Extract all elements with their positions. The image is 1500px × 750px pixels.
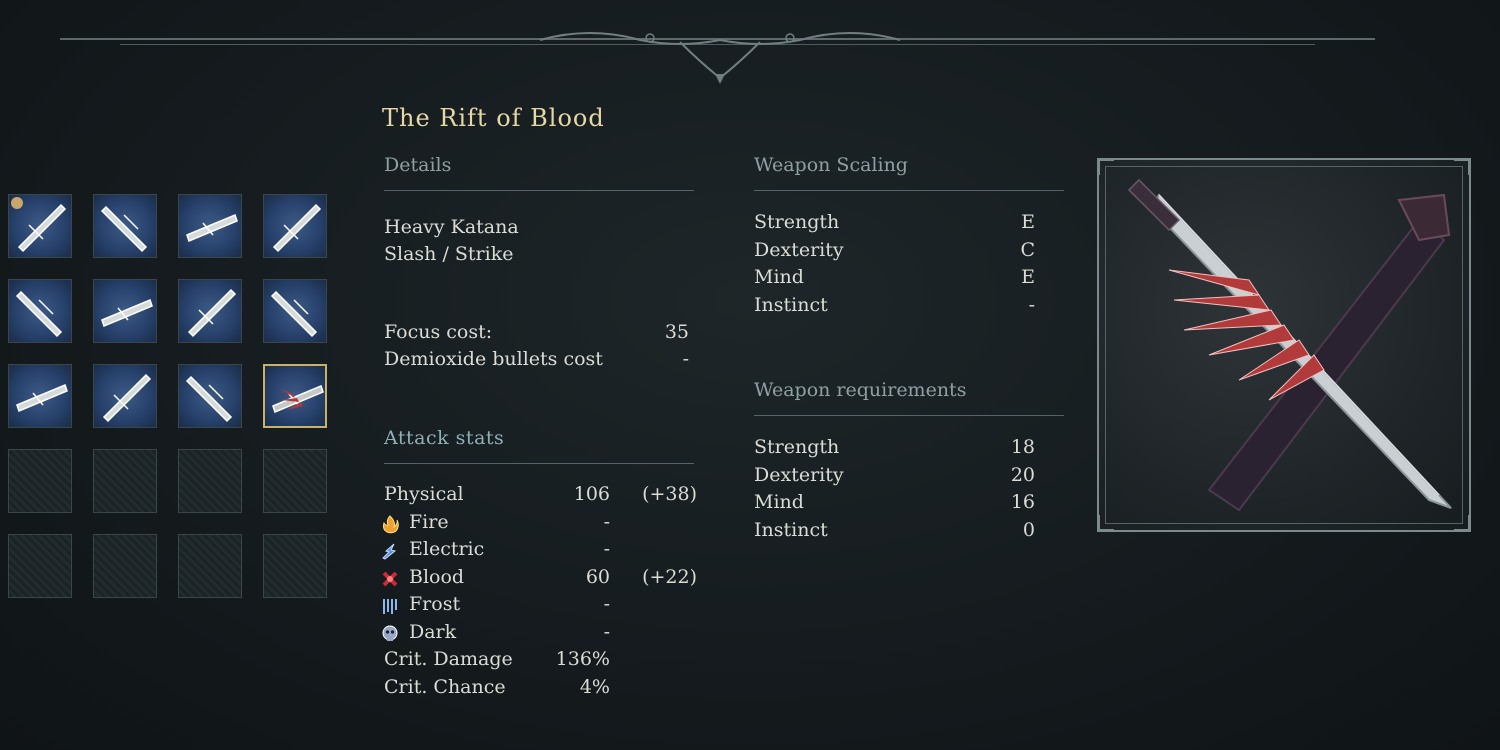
weapon-slot[interactable] — [263, 364, 327, 428]
requirement-stat-label: Strength — [754, 436, 840, 458]
requirement-stat-label: Instinct — [754, 518, 828, 541]
focus-cost-value: 35 — [664, 321, 689, 343]
scaling-stat-value: E — [1021, 266, 1035, 288]
weapon-thumbnail-icon — [185, 375, 233, 423]
attack-stat-label: Physical — [384, 483, 464, 505]
weapon-thumbnail-icon — [187, 288, 237, 338]
scaling-heading: Weapon Scaling — [754, 154, 908, 176]
blood-icon — [382, 571, 398, 586]
details-divider — [384, 190, 694, 191]
weapon-slot[interactable] — [178, 279, 242, 343]
empty-slot[interactable] — [8, 534, 72, 598]
new-item-badge — [11, 197, 23, 209]
weapon-slot[interactable] — [178, 194, 242, 258]
fire-icon — [382, 514, 399, 533]
weapon-thumbnail-icon — [15, 290, 63, 338]
requirement-stat-label: Mind — [754, 491, 804, 513]
scaling-stat-label: Dexterity — [754, 238, 844, 261]
empty-slot[interactable] — [263, 534, 327, 598]
attack-stat-value: - — [603, 538, 610, 560]
empty-slot[interactable] — [93, 449, 157, 513]
weapon-preview — [1097, 158, 1471, 532]
scaling-stat-label: Strength — [754, 211, 840, 233]
damage-type: Slash / Strike — [384, 243, 514, 265]
attack-stat-value: - — [603, 593, 610, 615]
requirement-stat-value: 18 — [1010, 436, 1035, 458]
weapon-thumbnail-icon — [272, 384, 324, 414]
attack-stat-value: 106 — [573, 483, 610, 505]
requirement-stat-label: Dexterity — [754, 463, 844, 486]
weapon-slot[interactable] — [93, 364, 157, 428]
attack-stat-label: Blood — [409, 565, 465, 588]
weapon-slot[interactable] — [8, 364, 72, 428]
attack-stat-value: 136% — [555, 648, 610, 670]
attack-stat-value: - — [603, 620, 610, 643]
bullets-cost-value: - — [682, 348, 689, 370]
scaling-stat-value: C — [1020, 238, 1035, 261]
frost-icon — [383, 599, 397, 614]
empty-slot[interactable] — [263, 449, 327, 513]
attack-stat-label: Crit. Damage — [384, 648, 513, 670]
attack-stat-label: Crit. Chance — [384, 675, 506, 698]
scaling-stat-value: E — [1021, 211, 1035, 233]
requirements-divider — [754, 415, 1064, 416]
attack-stat-bonus: (+22) — [642, 565, 697, 588]
attack-stat-bonus: (+38) — [642, 483, 697, 505]
weapon-title: The Rift of Blood — [382, 104, 605, 132]
weapon-thumbnail-icon — [102, 373, 152, 423]
empty-slot[interactable] — [178, 534, 242, 598]
attack-stat-value: 60 — [585, 565, 610, 588]
requirement-stat-value: 16 — [1010, 491, 1035, 513]
requirement-stat-value: 0 — [1022, 518, 1035, 541]
scaling-divider — [754, 190, 1064, 191]
scaling-stat-label: Instinct — [754, 293, 828, 316]
weapon-slot[interactable] — [8, 194, 72, 258]
details-heading: Details — [384, 154, 452, 176]
attack-stats-heading: Attack stats — [384, 427, 505, 449]
empty-slot[interactable] — [93, 534, 157, 598]
attack-stat-value: - — [603, 510, 610, 533]
requirement-stat-value: 20 — [1010, 463, 1035, 486]
weapon-thumbnail-icon — [272, 203, 322, 253]
attack-stat-label: Fire — [409, 510, 449, 533]
weapon-slot[interactable] — [93, 279, 157, 343]
weapon-thumbnail-icon — [270, 290, 318, 338]
attack-stats-divider — [384, 463, 694, 464]
dark-icon — [382, 625, 398, 641]
weapon-slot[interactable] — [93, 194, 157, 258]
focus-cost-label: Focus cost: — [384, 321, 493, 343]
scaling-stat-value: - — [1028, 293, 1035, 316]
empty-slot[interactable] — [8, 449, 72, 513]
weapon-slot[interactable] — [8, 279, 72, 343]
attack-stat-label: Dark — [409, 620, 457, 643]
scaling-stat-label: Mind — [754, 266, 804, 288]
electric-icon — [382, 543, 397, 560]
weapon-thumbnail-icon — [101, 298, 153, 328]
requirements-heading: Weapon requirements — [754, 379, 967, 401]
attack-stat-value: 4% — [579, 675, 610, 698]
attack-stat-label: Electric — [409, 538, 485, 560]
attack-stat-label: Frost — [409, 593, 461, 615]
weapon-slot[interactable] — [178, 364, 242, 428]
bullets-cost-label: Demioxide bullets cost — [384, 348, 603, 370]
ornament-icon — [539, 32, 901, 84]
weapon-slot[interactable] — [263, 194, 327, 258]
weapon-type: Heavy Katana — [384, 216, 519, 238]
katana-artwork-icon — [1127, 178, 1452, 512]
weapon-thumbnail-icon — [100, 205, 148, 253]
weapon-slot[interactable] — [263, 279, 327, 343]
empty-slot[interactable] — [178, 449, 242, 513]
weapon-thumbnail-icon — [186, 213, 238, 243]
weapon-thumbnail-icon — [16, 383, 68, 413]
